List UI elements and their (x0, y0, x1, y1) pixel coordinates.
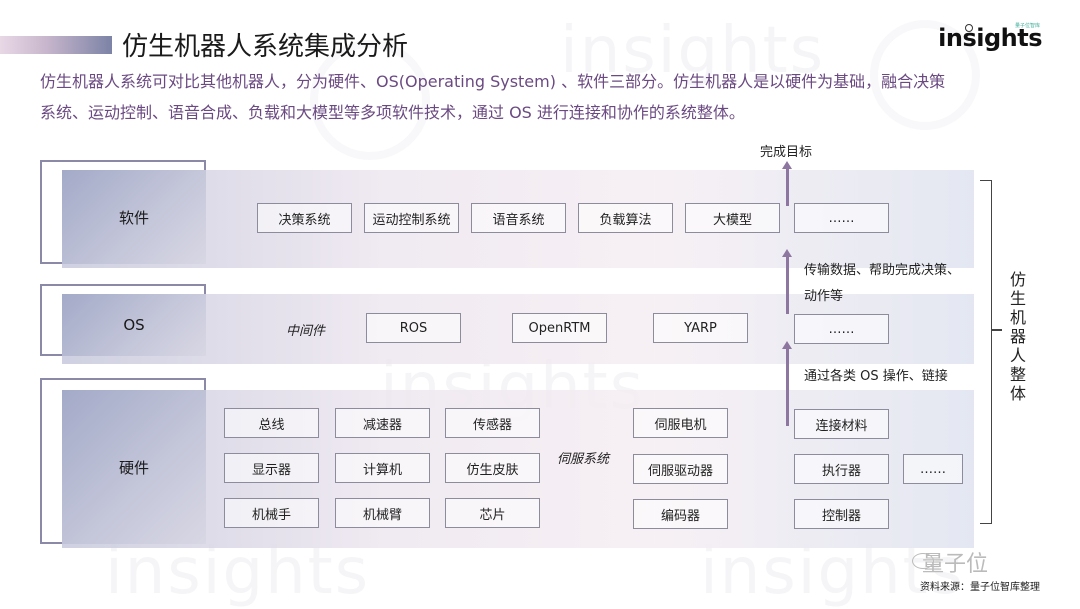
note-line: 传输数据、帮助完成决策、 (804, 263, 961, 278)
hardware-item: 减速器 (335, 408, 430, 438)
hardware-item: 传感器 (445, 408, 540, 438)
software-item: 决策系统 (257, 203, 352, 233)
servo-item: 编码器 (633, 499, 728, 529)
software-item: 语音系统 (471, 203, 566, 233)
servo-label: 伺服系统 (557, 452, 610, 467)
hardware-other-item: 执行器 (794, 454, 889, 484)
software-item: …… (794, 203, 889, 233)
os-label: OS (62, 294, 206, 356)
hardware-item: 计算机 (335, 453, 430, 483)
brand-watermark: 量子位 (922, 552, 989, 577)
description: 仿生机器人系统可对比其他机器人，分为硬件、OS(Operating System… (40, 66, 1050, 128)
os-to-software-note: 传输数据、帮助完成决策、 动作等 (804, 258, 960, 310)
hardware-item: 总线 (224, 408, 319, 438)
description-line: 仿生机器人系统可对比其他机器人，分为硬件、OS(Operating System… (40, 72, 946, 91)
os-item: OpenRTM (512, 313, 607, 343)
os-item: ROS (366, 313, 461, 343)
software-item: 运动控制系统 (364, 203, 459, 233)
servo-item: 伺服电机 (633, 408, 728, 438)
page-title: 仿生机器人系统集成分析 (122, 32, 409, 62)
note-line: 动作等 (804, 289, 844, 304)
hardware-other-item: …… (903, 454, 963, 484)
whole-system-brace (980, 180, 992, 524)
os-item: …… (794, 314, 889, 344)
arrow-up-icon (782, 161, 792, 206)
arrow-up-icon (782, 249, 792, 314)
hardware-label: 硬件 (62, 390, 206, 544)
hardware-item: 芯片 (445, 498, 540, 528)
hardware-item: 显示器 (224, 453, 319, 483)
middleware-label: 中间件 (286, 324, 326, 339)
hardware-item: 机械臂 (335, 498, 430, 528)
source-note: 资料来源：量子位智库整理 (920, 582, 1040, 593)
hardware-item: 机械手 (224, 498, 319, 528)
hardware-item: 仿生皮肤 (445, 453, 540, 483)
software-item: 负载算法 (578, 203, 673, 233)
brace-tick (992, 329, 1002, 331)
whole-system-label: 仿生机器人整体 (1009, 270, 1026, 403)
software-item: 大模型 (685, 203, 780, 233)
hardware-other-item: 连接材料 (794, 409, 889, 439)
hardware-to-os-note: 通过各类 OS 操作、链接 (804, 369, 948, 384)
software-label: 软件 (62, 170, 206, 264)
title-accent-bar (0, 36, 112, 54)
description-line: 系统、运动控制、语音合成、负载和大模型等多项软件技术，通过 OS 进行连接和协作… (40, 103, 745, 122)
arrow-up-icon (782, 341, 792, 426)
insights-logo: insights (938, 24, 1042, 52)
hardware-other-item: 控制器 (794, 499, 889, 529)
os-item: YARP (653, 313, 748, 343)
servo-item: 伺服驱动器 (633, 454, 728, 484)
